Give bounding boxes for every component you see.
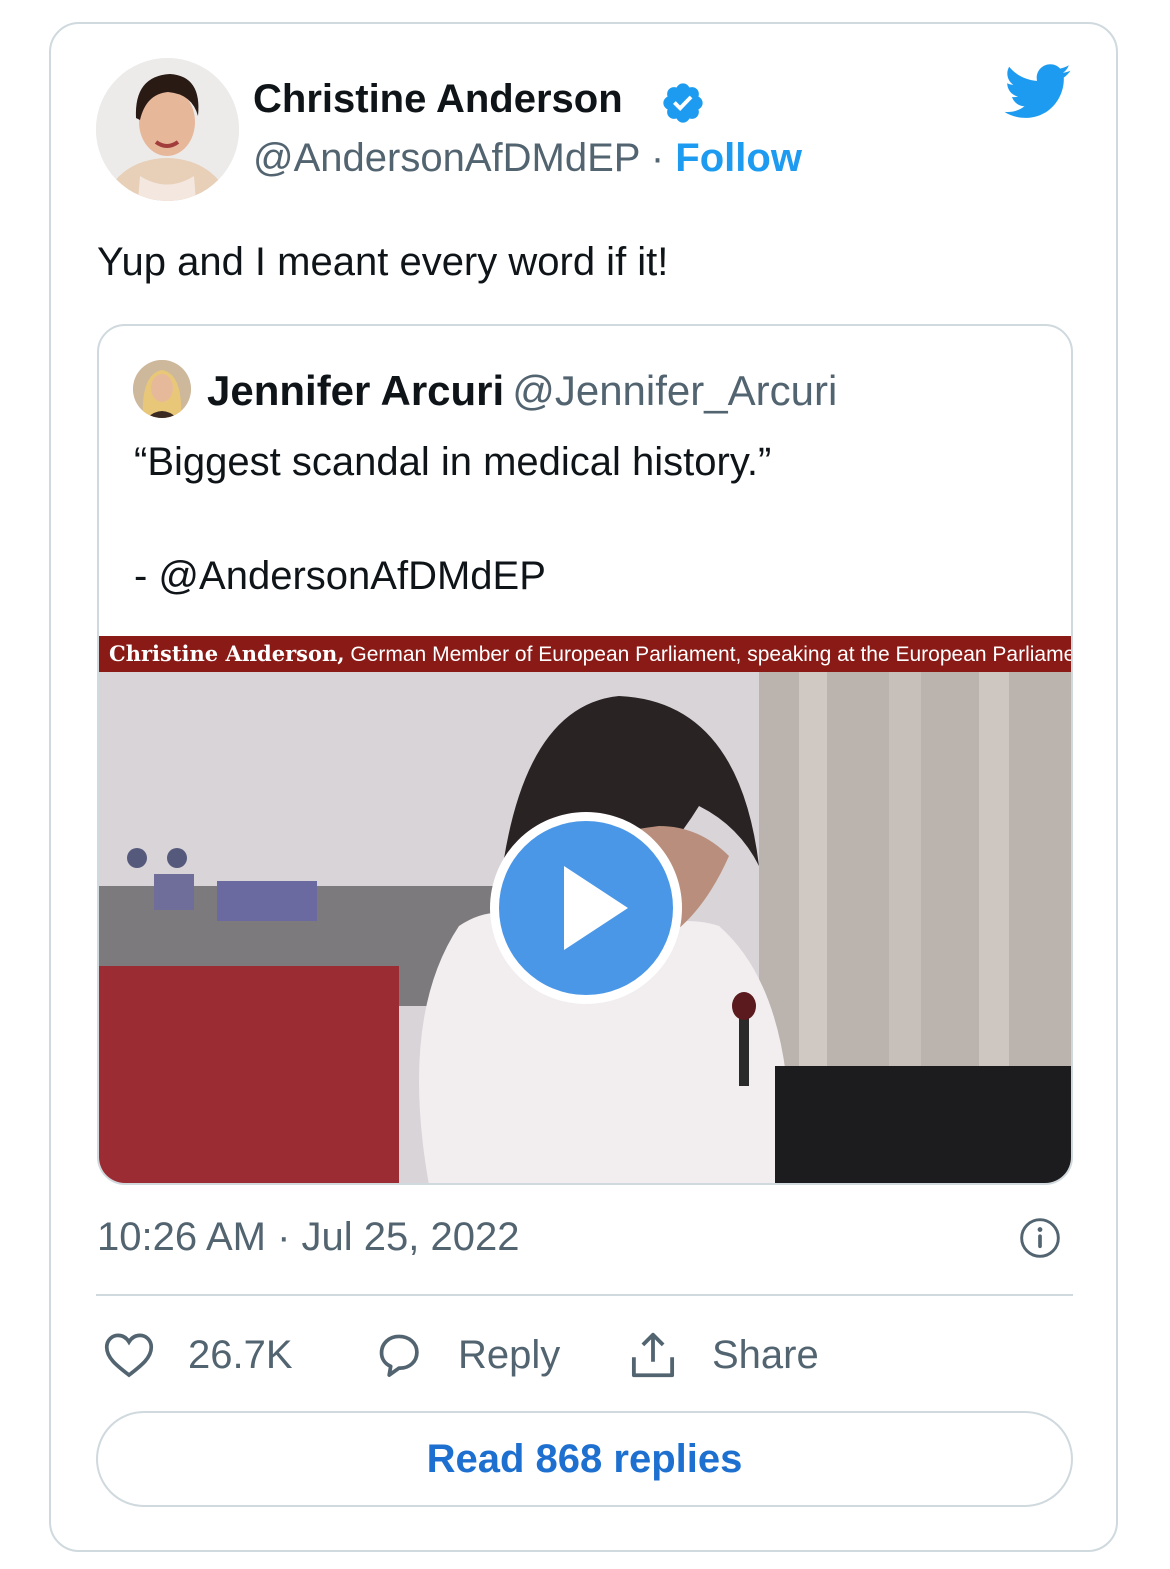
- reply-button[interactable]: Reply: [372, 1328, 560, 1382]
- video-caption-bar: Christine Anderson, German Member of Eur…: [99, 636, 1071, 672]
- video-caption-name: Christine Anderson,: [109, 641, 345, 666]
- quoted-tweet[interactable]: Jennifer Arcuri @Jennifer_Arcuri “Biggest…: [97, 324, 1073, 1185]
- info-icon[interactable]: [1018, 1216, 1062, 1260]
- quoted-author-line: Jennifer Arcuri @Jennifer_Arcuri: [207, 366, 837, 416]
- reply-label: Reply: [458, 1332, 561, 1377]
- like-button[interactable]: 26.7K: [102, 1328, 293, 1382]
- share-button[interactable]: Share: [626, 1328, 819, 1382]
- read-replies-button[interactable]: Read 868 replies: [96, 1411, 1073, 1507]
- quoted-author-handle[interactable]: @Jennifer_Arcuri: [512, 367, 837, 414]
- tweet-timestamp[interactable]: 10:26 AM · Jul 25, 2022: [97, 1212, 520, 1262]
- author-avatar[interactable]: [96, 58, 239, 201]
- follow-button[interactable]: Follow: [675, 136, 802, 180]
- divider: [96, 1294, 1073, 1296]
- author-handle-line: @AndersonAfDMdEP · Follow: [253, 133, 802, 183]
- quoted-tweet-text: “Biggest scandal in medical history.” - …: [134, 440, 772, 598]
- video-player[interactable]: Christine Anderson, German Member of Eur…: [99, 636, 1071, 1183]
- separator-dot: ·: [650, 136, 665, 180]
- twitter-bird-icon[interactable]: [1004, 64, 1072, 120]
- quoted-author-name[interactable]: Jennifer Arcuri: [207, 367, 504, 414]
- heart-icon: [104, 1333, 154, 1378]
- share-label: Share: [712, 1332, 819, 1377]
- video-caption-description: German Member of European Parliament, sp…: [344, 643, 1071, 666]
- reply-bubble-icon: [379, 1334, 419, 1377]
- share-upload-icon: [631, 1332, 675, 1378]
- like-count: 26.7K: [188, 1332, 293, 1377]
- author-handle[interactable]: @AndersonAfDMdEP: [253, 136, 640, 180]
- play-button-icon[interactable]: [486, 808, 686, 1008]
- tweet-text: Yup and I meant every word if it!: [97, 240, 669, 284]
- quoted-author-avatar[interactable]: [133, 360, 191, 418]
- author-name[interactable]: Christine Anderson: [253, 74, 623, 124]
- verified-badge-icon: [663, 83, 703, 123]
